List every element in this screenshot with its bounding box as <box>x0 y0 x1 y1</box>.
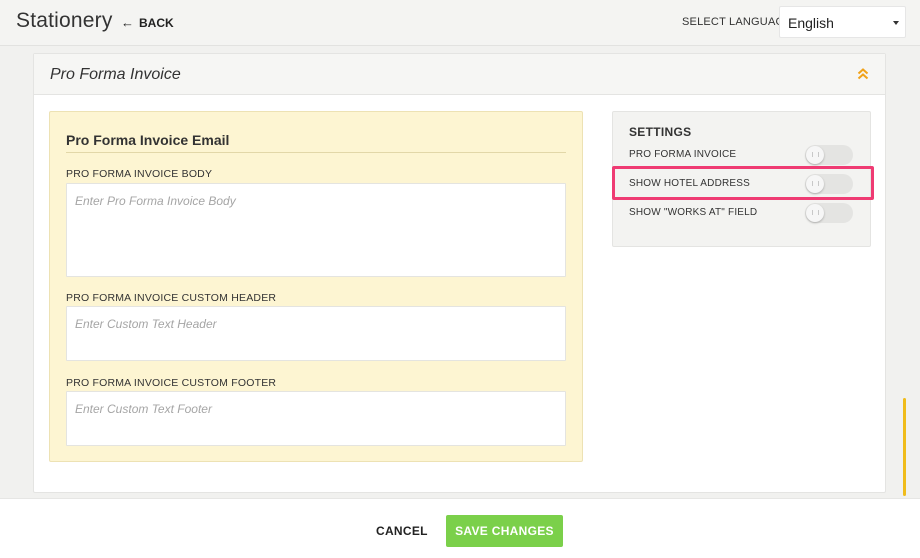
custom-footer-placeholder: Enter Custom Text Footer <box>75 402 212 416</box>
arrow-left-icon: ← <box>121 15 134 30</box>
setting-label-show-works-at: SHOW "WORKS AT" FIELD <box>629 207 758 218</box>
settings-heading: SETTINGS <box>629 125 692 139</box>
toggle-grip-icon <box>806 175 824 193</box>
cancel-button[interactable]: CANCEL <box>376 524 428 538</box>
scrollbar-thumb[interactable] <box>903 398 906 496</box>
custom-footer-label: PRO FORMA INVOICE CUSTOM FOOTER <box>66 377 277 389</box>
top-bar: Stationery ← BACK SELECT LANGUAGE Englis… <box>0 0 920 46</box>
setting-label-show-hotel-address: SHOW HOTEL ADDRESS <box>629 178 751 189</box>
toggle-grip-icon <box>806 146 824 164</box>
invoice-email-card: Pro Forma Invoice Email PRO FORMA INVOIC… <box>49 111 583 462</box>
language-value: English <box>788 15 834 31</box>
double-chevron-up-icon[interactable] <box>857 67 869 81</box>
invoice-body-label: PRO FORMA INVOICE BODY <box>66 168 213 180</box>
invoice-body-placeholder: Enter Pro Forma Invoice Body <box>75 194 236 208</box>
save-changes-button[interactable]: SAVE CHANGES <box>446 515 563 547</box>
panel-title: Pro Forma Invoice <box>50 66 181 83</box>
language-select[interactable]: English <box>779 6 906 38</box>
setting-label-pro-forma-invoice: PRO FORMA INVOICE <box>629 149 737 160</box>
custom-header-textarea[interactable]: Enter Custom Text Header <box>66 306 566 361</box>
caret-down-icon <box>893 21 899 25</box>
back-label: BACK <box>139 15 174 30</box>
panel-header: Pro Forma Invoice <box>34 54 885 95</box>
divider <box>66 152 566 153</box>
invoice-body-textarea[interactable]: Enter Pro Forma Invoice Body <box>66 183 566 277</box>
pro-forma-invoice-panel: Pro Forma Invoice Pro Forma Invoice Emai… <box>33 53 886 493</box>
custom-footer-textarea[interactable]: Enter Custom Text Footer <box>66 391 566 446</box>
toggle-pro-forma-invoice[interactable] <box>805 145 853 165</box>
settings-card: SETTINGS PRO FORMA INVOICE SHOW HOTEL AD… <box>612 111 871 247</box>
footer-bar: CANCEL SAVE CHANGES <box>0 498 920 558</box>
language-label: SELECT LANGUAGE <box>682 16 792 28</box>
toggle-show-hotel-address[interactable] <box>805 174 853 194</box>
back-button[interactable]: ← BACK <box>121 15 174 30</box>
custom-header-label: PRO FORMA INVOICE CUSTOM HEADER <box>66 292 277 304</box>
toggle-show-works-at[interactable] <box>805 203 853 223</box>
custom-header-placeholder: Enter Custom Text Header <box>75 317 217 331</box>
email-section-heading: Pro Forma Invoice Email <box>66 132 230 148</box>
toggle-grip-icon <box>806 204 824 222</box>
page-title: Stationery <box>16 9 113 32</box>
